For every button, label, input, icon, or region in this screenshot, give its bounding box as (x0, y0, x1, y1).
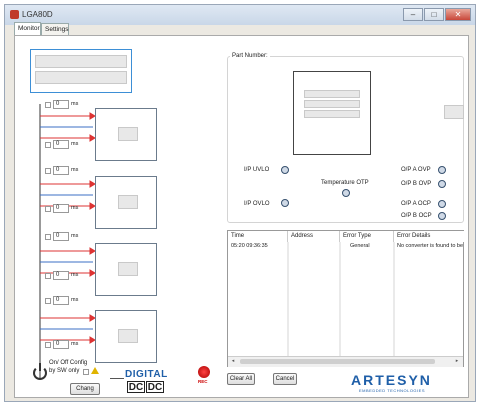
opb-ocp-label: O/P B OCP (401, 213, 432, 219)
delay-input[interactable]: 0 (53, 204, 69, 213)
output-box (95, 310, 157, 363)
info-field (304, 90, 360, 98)
delay-unit: ms (71, 272, 79, 278)
output-box (95, 176, 157, 229)
delay-input[interactable]: 0 (53, 166, 69, 175)
delay-unit: ms (71, 205, 79, 211)
change-button[interactable]: Chang (70, 383, 100, 395)
delay-unit: ms (71, 341, 79, 347)
output-value-field (118, 329, 138, 343)
delay-checkbox[interactable] (45, 273, 51, 279)
delay-input[interactable]: 0 (53, 296, 69, 305)
opa-ovp-label: O/P A OVP (401, 167, 431, 173)
horizontal-scrollbar[interactable]: ◂ ▸ (228, 356, 463, 367)
ip-ovlo-led (281, 199, 289, 207)
delay-checkbox[interactable] (45, 206, 51, 212)
minimize-button[interactable]: – (403, 8, 423, 21)
part-number-label: Part Number: (230, 53, 270, 59)
monitor-tab-page: 0 ms 0 ms 0 ms 0 ms 0 ms 0 ms 0 ms 0 ms … (14, 35, 469, 398)
onoff-config-label: On/ Off Config (49, 360, 88, 366)
converter-list-item[interactable] (35, 55, 127, 68)
logo-rule (110, 378, 124, 379)
power-icon (33, 363, 47, 380)
output-box (95, 243, 157, 296)
delay-unit: ms (71, 167, 79, 173)
opa-ovp-led (438, 166, 446, 174)
artesyn-logo: ARTESYN (351, 372, 432, 388)
temperature-otp-led (342, 189, 350, 197)
info-field (304, 100, 360, 108)
opb-ovp-led (438, 180, 446, 188)
digital-dcdc-logo: DIGITAL (125, 369, 168, 380)
opb-ovp-label: O/P B OVP (401, 181, 432, 187)
opa-ocp-led (438, 200, 446, 208)
temperature-otp-label: Temperature OTP (321, 180, 369, 186)
info-field (304, 110, 360, 118)
close-button[interactable]: ✕ (445, 8, 471, 21)
side-value-field (444, 105, 464, 119)
delay-input[interactable]: 0 (53, 271, 69, 280)
scrollbar-thumb[interactable] (240, 359, 435, 364)
delay-checkbox[interactable] (45, 102, 51, 108)
dc-logo-box-1: DC (127, 381, 145, 393)
clear-all-button[interactable]: Clear All (227, 373, 255, 385)
opa-ocp-label: O/P A OCP (401, 201, 431, 207)
app-icon (10, 10, 19, 19)
scroll-left-icon[interactable]: ◂ (229, 358, 237, 365)
onoff-config-sublabel: by SW only (49, 368, 80, 374)
opb-ocp-led (438, 212, 446, 220)
output-value-field (118, 195, 138, 209)
table-gridlines (287, 242, 395, 356)
delay-checkbox[interactable] (45, 342, 51, 348)
artesyn-tagline: EMBEDDED TECHNOLOGIES (359, 388, 425, 393)
converter-list[interactable] (30, 49, 132, 93)
part-number-group: Part Number: I/P UVLO I/P OVLO Temperatu… (227, 53, 464, 223)
part-number-display (293, 71, 371, 155)
warning-icon (91, 367, 99, 374)
tab-monitor[interactable]: Monitor (14, 22, 41, 35)
output-box (95, 108, 157, 161)
delay-checkbox[interactable] (45, 142, 51, 148)
delay-input[interactable]: 0 (53, 100, 69, 109)
delay-unit: ms (71, 297, 79, 303)
window-title: LGA80D (22, 10, 53, 19)
error-log-table[interactable]: Time Address Error Type Error Details 05… (227, 230, 464, 367)
converter-list-item[interactable] (35, 71, 127, 84)
ip-ovlo-label: I/P OVLO (244, 201, 270, 207)
record-label: REC (198, 379, 208, 384)
delay-checkbox[interactable] (45, 298, 51, 304)
ip-uvlo-label: I/P UVLO (244, 167, 270, 173)
title-bar: LGA80D – □ ✕ (5, 5, 475, 25)
tab-settings[interactable]: Settings (41, 23, 69, 35)
dc-logo-box-2: DC (146, 381, 164, 393)
maximize-button[interactable]: □ (424, 8, 444, 21)
output-value-field (118, 127, 138, 141)
record-icon[interactable] (198, 366, 210, 378)
delay-unit: ms (71, 141, 79, 147)
delay-checkbox[interactable] (45, 234, 51, 240)
cancel-button[interactable]: Cancel (273, 373, 297, 385)
ip-uvlo-led (281, 166, 289, 174)
output-value-field (118, 262, 138, 276)
delay-checkbox[interactable] (45, 168, 51, 174)
onoff-dropdown[interactable] (83, 369, 89, 375)
delay-input[interactable]: 0 (53, 340, 69, 349)
delay-unit: ms (71, 233, 79, 239)
delay-input[interactable]: 0 (53, 232, 69, 241)
delay-unit: ms (71, 101, 79, 107)
scroll-right-icon[interactable]: ▸ (453, 358, 461, 365)
delay-input[interactable]: 0 (53, 140, 69, 149)
